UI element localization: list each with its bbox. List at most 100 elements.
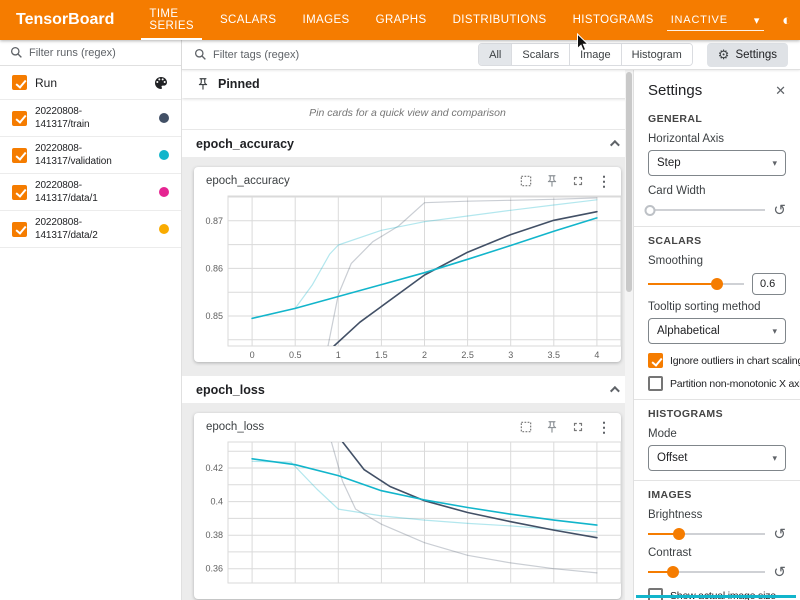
nav-tabs: TIME SERIES SCALARS IMAGES GRAPHS DISTRI… <box>136 0 666 40</box>
tab-distributions[interactable]: DISTRIBUTIONS <box>440 0 560 40</box>
chip-histogram[interactable]: Histogram <box>621 44 692 65</box>
fit-domain-icon[interactable] <box>519 174 533 188</box>
fit-domain-icon[interactable] <box>519 420 533 434</box>
chevron-down-icon: ▾ <box>772 326 777 337</box>
palette-icon[interactable] <box>153 75 169 91</box>
tab-label: DISTRIBUTIONS <box>453 14 547 26</box>
svg-text:1.5: 1.5 <box>375 350 388 360</box>
header-actions: INACTIVE ▾ ◐ ↻ ⚙ ? <box>667 10 800 31</box>
tag-filter-bar: All Scalars Image Histogram ⚙ Settings <box>182 40 800 70</box>
runs-sidebar: Run 20220808-141317/train 20220808-14131… <box>0 40 182 600</box>
svg-text:0.38: 0.38 <box>205 530 223 540</box>
cards-area: Pinned Pin cards for a quick view and co… <box>182 70 633 600</box>
histogram-mode-value: Offset <box>657 452 687 464</box>
reset-icon[interactable]: ↺ <box>773 203 786 218</box>
reset-icon[interactable]: ↺ <box>773 527 786 542</box>
search-icon <box>194 48 207 61</box>
run-item-validation[interactable]: 20220808-141317/validation <box>0 137 181 174</box>
chevron-down-icon: ▾ <box>754 14 760 27</box>
pin-card-icon[interactable] <box>545 174 559 188</box>
tab-graphs[interactable]: GRAPHS <box>363 0 440 40</box>
run-item-train[interactable]: 20220808-141317/train <box>0 100 181 137</box>
smoothing-label: Smoothing <box>648 255 786 267</box>
svg-text:0: 0 <box>250 350 255 360</box>
ignore-outliers-row[interactable]: Ignore outliers in chart scaling <box>648 353 786 368</box>
card-actions: ⋮ <box>519 174 611 188</box>
reset-icon[interactable]: ↺ <box>773 565 786 580</box>
svg-text:0.36: 0.36 <box>205 564 223 574</box>
chip-image[interactable]: Image <box>569 44 621 65</box>
contrast-label: Contrast <box>648 547 786 559</box>
scalar-card-epoch-loss: epoch_loss ⋮ 0.360.380.40.42 <box>194 413 621 599</box>
settings-heading-images: IMAGES <box>648 489 786 501</box>
select-all-runs-checkbox[interactable] <box>12 75 27 90</box>
slider-thumb[interactable] <box>711 278 723 290</box>
section-header-epoch-loss[interactable]: epoch_loss <box>182 376 633 403</box>
chip-scalars[interactable]: Scalars <box>511 44 569 65</box>
brightness-slider[interactable] <box>648 527 765 541</box>
reload-status-select[interactable]: INACTIVE ▾ <box>667 10 764 31</box>
run-item-data1[interactable]: 20220808-141317/data/1 <box>0 174 181 211</box>
chevron-down-icon: ▾ <box>772 453 777 464</box>
close-icon[interactable]: ✕ <box>775 84 786 97</box>
more-options-icon[interactable]: ⋮ <box>597 420 611 434</box>
chip-all[interactable]: All <box>479 44 511 65</box>
histogram-mode-select[interactable]: Offset ▾ <box>648 445 786 471</box>
svg-text:0.5: 0.5 <box>289 350 302 360</box>
collapse-chevron-icon[interactable] <box>610 386 620 396</box>
card-header: epoch_loss ⋮ <box>194 413 621 434</box>
card-header: epoch_accuracy ⋮ <box>194 167 621 188</box>
run-checkbox[interactable] <box>12 111 27 126</box>
card-width-slider[interactable] <box>648 203 765 217</box>
runs-filter-input[interactable] <box>29 47 171 59</box>
smoothing-input[interactable] <box>752 273 786 295</box>
tab-histograms[interactable]: HISTOGRAMS <box>560 0 667 40</box>
fullscreen-icon[interactable] <box>571 174 585 188</box>
epoch-loss-chart[interactable]: 0.360.380.40.42 <box>194 436 633 599</box>
tooltip-sorting-select[interactable]: Alphabetical ▾ <box>648 318 786 344</box>
partition-x-axis-checkbox[interactable] <box>648 376 663 391</box>
brightness-label: Brightness <box>648 509 786 521</box>
tab-time-series[interactable]: TIME SERIES <box>136 0 207 40</box>
tab-scalars[interactable]: SCALARS <box>207 0 290 40</box>
tab-label: SCALARS <box>220 14 277 26</box>
tab-label: TIME SERIES <box>149 8 194 32</box>
settings-button[interactable]: ⚙ Settings <box>707 43 788 67</box>
scalar-card-epoch-accuracy: epoch_accuracy ⋮ 0.850.860.8700.511.522.… <box>194 167 621 362</box>
theme-toggle-icon[interactable]: ◐ <box>777 13 796 28</box>
tag-filter-input[interactable] <box>213 49 470 61</box>
horizontal-axis-select[interactable]: Step ▾ <box>648 150 786 176</box>
contrast-slider[interactable] <box>648 565 765 579</box>
tab-images[interactable]: IMAGES <box>289 0 362 40</box>
run-checkbox[interactable] <box>12 222 27 237</box>
show-actual-size-checkbox[interactable] <box>648 588 663 600</box>
svg-text:2.5: 2.5 <box>461 350 474 360</box>
run-checkbox[interactable] <box>12 185 27 200</box>
run-color-dot <box>159 187 169 197</box>
run-checkbox[interactable] <box>12 148 27 163</box>
ignore-outliers-label: Ignore outliers in chart scaling <box>670 355 800 367</box>
ignore-outliers-checkbox[interactable] <box>648 353 663 368</box>
fullscreen-icon[interactable] <box>571 420 585 434</box>
svg-text:0.87: 0.87 <box>205 216 223 226</box>
pin-card-icon[interactable] <box>545 420 559 434</box>
pinned-title: Pinned <box>218 77 260 91</box>
run-item-data2[interactable]: 20220808-141317/data/2 <box>0 211 181 248</box>
smoothing-slider[interactable] <box>648 277 744 291</box>
scrollbar-thumb[interactable] <box>626 72 632 292</box>
epoch-accuracy-chart[interactable]: 0.850.860.8700.511.522.533.54 <box>194 190 633 362</box>
tooltip-sorting-value: Alphabetical <box>657 325 720 337</box>
run-select-all-row: Run <box>0 66 181 100</box>
slider-thumb[interactable] <box>673 528 685 540</box>
collapse-chevron-icon[interactable] <box>610 140 620 150</box>
slider-thumb[interactable] <box>667 566 679 578</box>
pin-icon <box>196 77 210 91</box>
more-options-icon[interactable]: ⋮ <box>597 174 611 188</box>
svg-text:0.85: 0.85 <box>205 311 223 321</box>
slider-thumb[interactable] <box>645 205 656 216</box>
cards-scrollbar[interactable] <box>625 70 633 600</box>
section-header-epoch-accuracy[interactable]: epoch_accuracy <box>182 130 633 157</box>
show-actual-size-row[interactable]: Show actual image size <box>648 588 786 600</box>
run-color-dot <box>159 150 169 160</box>
partition-x-axis-row[interactable]: Partition non-monotonic X axis i <box>648 376 786 391</box>
